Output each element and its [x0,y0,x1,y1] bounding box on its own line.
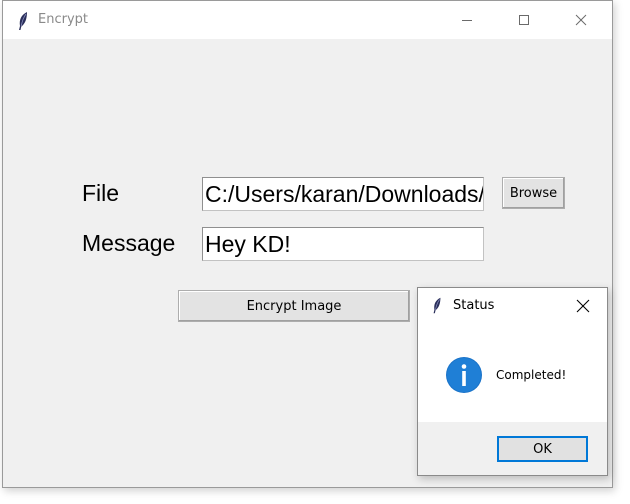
file-label: File [82,180,120,206]
file-path-input[interactable]: C:/Users/karan/Downloads/ [202,177,484,211]
status-message: Completed! [496,368,567,382]
info-icon [445,356,483,394]
maximize-icon [519,15,529,25]
dialog-title-bar[interactable]: Status [418,288,607,324]
message-input[interactable]: Hey KD! [202,227,484,261]
ok-button[interactable]: OK [497,436,588,462]
window-title: Encrypt [38,12,88,27]
minimize-button[interactable] [444,1,490,39]
maximize-button[interactable] [501,1,547,39]
dialog-title: Status [453,298,495,313]
dialog-body: Completed! [418,324,607,422]
message-label: Message [82,230,176,256]
status-dialog: Status Completed! OK [417,287,608,476]
feather-icon [16,11,30,31]
dialog-close-button[interactable] [573,296,593,316]
feather-icon [431,296,443,315]
encrypt-image-button[interactable]: Encrypt Image [178,290,410,322]
browse-button[interactable]: Browse [502,177,565,209]
title-bar[interactable]: Encrypt [3,1,612,39]
close-button[interactable] [558,1,604,39]
close-icon [575,14,587,26]
minimize-icon [462,20,472,21]
close-icon [576,299,590,313]
